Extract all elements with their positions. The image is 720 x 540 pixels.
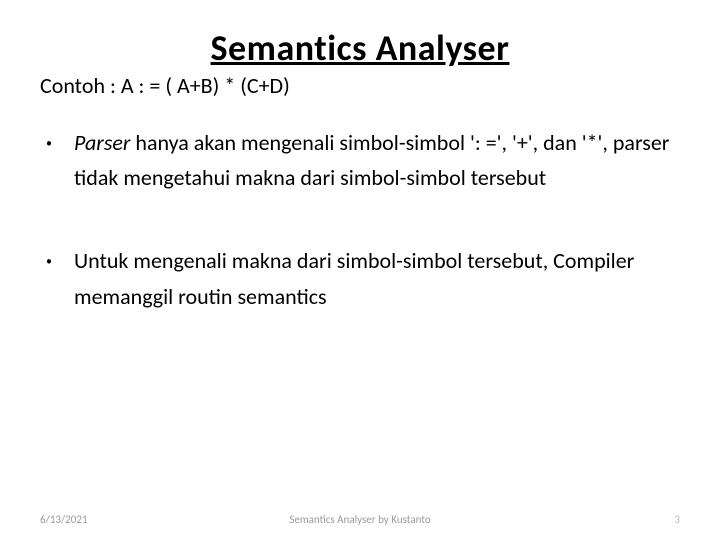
footer-date: 6/13/2021 — [40, 513, 88, 526]
bullet-text: hanya akan mengenali simbol-simbol ': ='… — [74, 129, 669, 191]
slide-title: Semantics Analyser — [40, 26, 680, 70]
bullet-text: Untuk mengenali makna dari simbol-simbol… — [74, 247, 634, 309]
footer: 6/13/2021 Semantics Analyser by Kustanto… — [0, 513, 720, 526]
example-line: Contoh : A : = ( A+B) * (C+D) — [40, 72, 680, 99]
bullet-list: Parser hanya akan mengenali simbol-simbo… — [40, 125, 680, 314]
list-item: Parser hanya akan mengenali simbol-simbo… — [40, 125, 680, 195]
slide: Semantics Analyser Contoh : A : = ( A+B)… — [0, 0, 720, 540]
list-item: Untuk mengenali makna dari simbol-simbol… — [40, 243, 680, 313]
page-number: 3 — [674, 513, 680, 526]
footer-center: Semantics Analyser by Kustanto — [289, 513, 430, 526]
bullet-lead: Parser — [74, 129, 130, 156]
